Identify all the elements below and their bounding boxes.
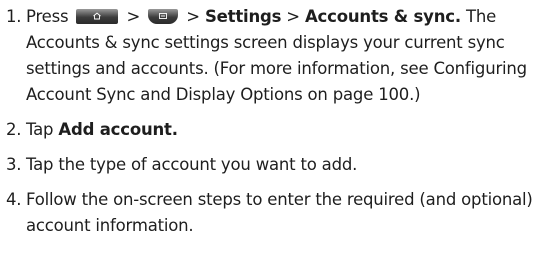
add-account-label: Add account. xyxy=(58,120,178,139)
step-4: 4. Follow the on-screen steps to enter t… xyxy=(6,187,536,239)
step-3: 3. Tap the type of account you want to a… xyxy=(6,152,536,178)
separator: > xyxy=(286,7,300,26)
step-text: Tap Add account. xyxy=(26,117,536,143)
accounts-sync-label: Accounts & sync. xyxy=(304,7,461,26)
home-key-icon xyxy=(76,8,119,24)
menu-key-icon xyxy=(148,8,179,24)
instruction-steps: 1. Press > > Settings > Accounts & sync.… xyxy=(6,4,536,239)
step-number: 2. xyxy=(6,120,22,139)
step-1: 1. Press > > Settings > Accounts & sync.… xyxy=(6,4,536,108)
tap-word: Tap xyxy=(26,120,54,139)
step-text: Tap the type of account you want to add. xyxy=(26,155,358,174)
separator: > xyxy=(186,7,200,26)
separator: > xyxy=(126,7,141,26)
step-text: Press > > Settings > Accounts & sync. Th… xyxy=(26,4,536,108)
settings-label: Settings xyxy=(204,7,282,26)
step-2: 2. Tap Add account. xyxy=(6,117,536,143)
step-number: 3. xyxy=(6,155,22,174)
step-text: Follow the on-screen steps to enter the … xyxy=(26,190,533,235)
step-number: 4. xyxy=(6,190,22,209)
step-number: 1. xyxy=(6,7,22,26)
press-word: Press xyxy=(26,7,69,26)
